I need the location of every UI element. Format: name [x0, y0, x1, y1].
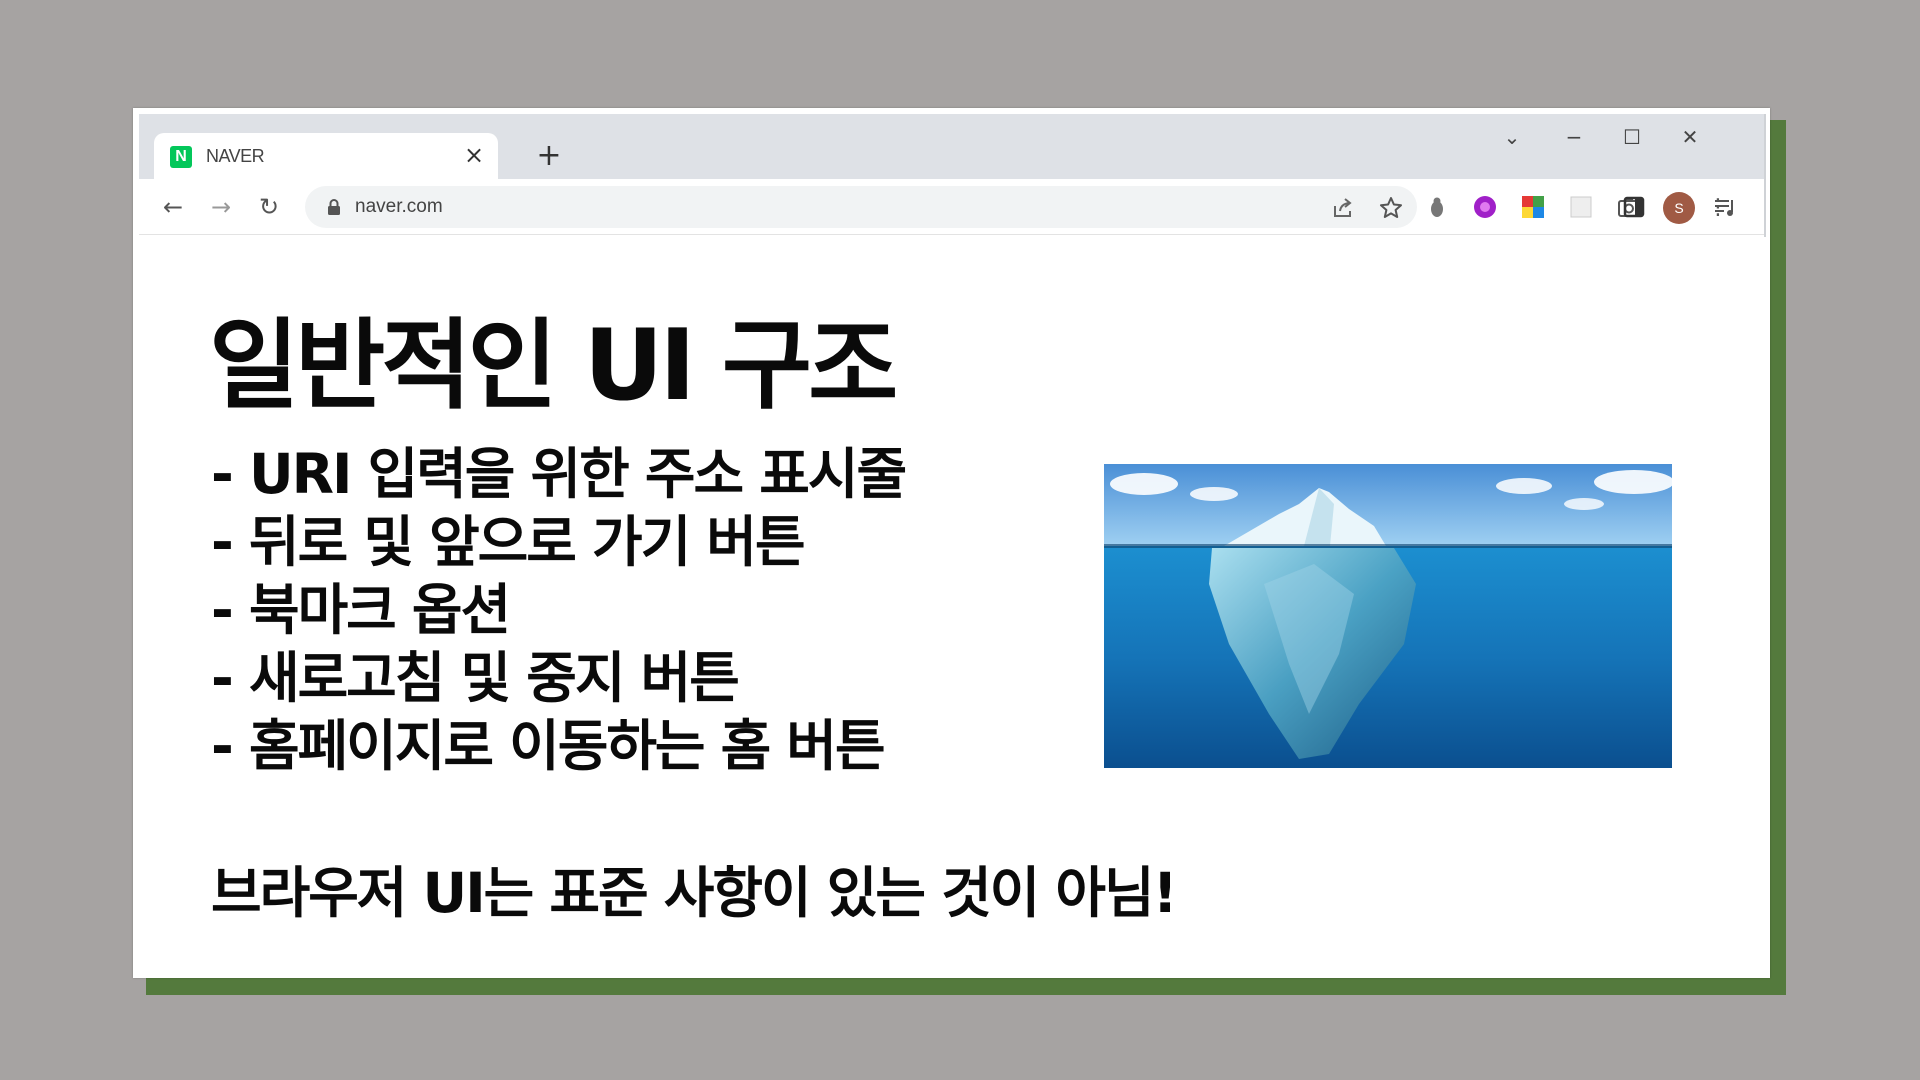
- maximize-button[interactable]: ☐: [1609, 120, 1655, 154]
- back-button[interactable]: ←: [156, 190, 190, 224]
- lock-icon[interactable]: [323, 196, 345, 218]
- bullet-reload-stop: - 새로고침 및 중지 버튼: [211, 646, 740, 710]
- bookmark-star-icon[interactable]: [1377, 194, 1405, 222]
- bullet-back-forward: - 뒤로 및 앞으로 가기 버튼: [211, 510, 806, 574]
- tab-title: NAVER: [206, 146, 265, 166]
- bullet-bookmark: - 북마크 옵션: [211, 578, 511, 642]
- colorful-grid-extension-icon[interactable]: [1519, 193, 1547, 221]
- footer-note: 브라우저 UI는 표준 사항이 있는 것이 아님!: [211, 861, 1178, 925]
- reload-button[interactable]: ↻: [252, 190, 286, 224]
- slide-card: N NAVER × + ⌄ − ☐ ✕ ← → ↻ naver.com S ⋮ …: [133, 108, 1770, 978]
- tab-close-icon[interactable]: ×: [460, 141, 488, 169]
- bullet-address-bar: - URI 입력을 위한 주소 표시줄: [211, 442, 907, 506]
- blank-extension-icon[interactable]: [1567, 193, 1595, 221]
- purple-circle-extension-icon[interactable]: [1471, 193, 1499, 221]
- address-bar[interactable]: naver.com: [305, 186, 1417, 228]
- forward-button[interactable]: →: [204, 190, 238, 224]
- tab-strip: N NAVER × + ⌄ − ☐ ✕: [139, 114, 1764, 179]
- bullet-home: - 홈페이지로 이동하는 홈 버튼: [211, 714, 886, 778]
- bullet-list: - URI 입력을 위한 주소 표시줄 - 뒤로 및 앞으로 가기 버튼 - 북…: [211, 440, 907, 780]
- side-panel-icon[interactable]: [1620, 193, 1648, 221]
- bug-icon[interactable]: [1423, 193, 1451, 221]
- window-close-button[interactable]: ✕: [1667, 120, 1713, 154]
- browser-toolbar: ← → ↻ naver.com: [139, 179, 1764, 235]
- menu-dots-icon[interactable]: ⋮: [1707, 192, 1729, 224]
- share-icon[interactable]: [1329, 194, 1357, 222]
- page-title: 일반적인 UI 구조: [209, 309, 898, 423]
- naver-favicon-icon: N: [170, 146, 192, 168]
- url-text[interactable]: naver.com: [355, 196, 443, 218]
- browser-window: N NAVER × + ⌄ − ☐ ✕ ← → ↻ naver.com: [139, 114, 1766, 237]
- tab-search-button[interactable]: ⌄: [1489, 120, 1535, 154]
- new-tab-button[interactable]: +: [529, 136, 569, 176]
- tab-naver[interactable]: N NAVER ×: [154, 133, 498, 179]
- minimize-button[interactable]: −: [1551, 120, 1597, 154]
- profile-avatar[interactable]: S: [1663, 192, 1695, 224]
- iceberg-image: [1104, 464, 1672, 768]
